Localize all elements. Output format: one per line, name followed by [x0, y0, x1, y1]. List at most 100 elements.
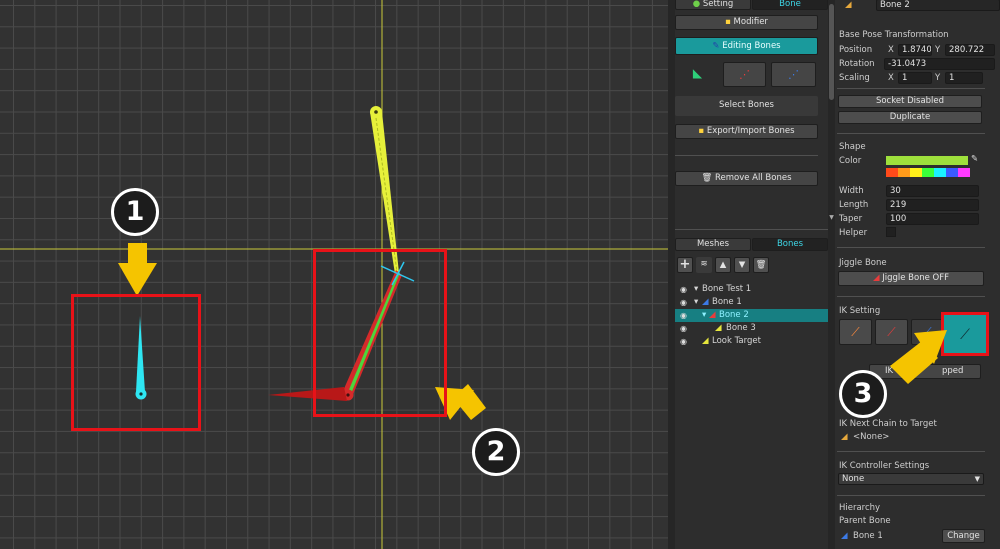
tab-meshes-label: Meshes — [696, 239, 730, 249]
tab-setting[interactable]: ● Setting — [675, 0, 751, 10]
jiggle-icon: ◢ — [872, 273, 880, 283]
editing-bones-button[interactable]: ✎ Editing Bones — [675, 37, 818, 55]
expand-arrow-icon[interactable]: ▾ — [694, 283, 698, 296]
palette-swatch[interactable] — [898, 168, 910, 177]
tree-item-bone-2[interactable]: ◉ ▾ ◢ Bone 2 — [675, 309, 828, 322]
tree-item-label: Bone 3 — [726, 323, 756, 333]
palette-swatch[interactable] — [946, 168, 958, 177]
layers-button[interactable]: ≋ — [696, 257, 712, 273]
triangle-down-icon: ▼ — [738, 260, 746, 270]
detach-bone-tool-icon: ⋰ — [788, 68, 799, 81]
palette-swatch[interactable] — [886, 168, 898, 177]
change-parent-button[interactable]: Change — [942, 529, 985, 543]
bone-edit-panel: ● Setting Bone ▪ Modifier ✎ Editing Bone… — [675, 0, 828, 549]
plus-icon: + — [679, 257, 691, 272]
triangle-up-icon: ▲ — [719, 260, 727, 270]
middle-scrollbar[interactable]: ▼ — [828, 0, 835, 549]
change-label: Change — [947, 531, 980, 541]
scroll-down-arrow-icon[interactable]: ▼ — [828, 214, 835, 221]
helper-checkbox[interactable] — [886, 227, 896, 237]
link-bone-tool-button[interactable]: ⋰ — [723, 62, 766, 87]
modifier-button[interactable]: ▪ Modifier — [675, 15, 818, 30]
palette-swatch[interactable] — [910, 168, 922, 177]
add-button[interactable]: + — [677, 257, 693, 273]
tab-bones[interactable]: Bones — [752, 238, 828, 251]
tree-item-label: Bone 1 — [712, 297, 742, 307]
jiggle-title: Jiggle Bone — [839, 258, 887, 268]
length-label: Length — [839, 200, 869, 210]
palette-swatch[interactable] — [934, 168, 946, 177]
divider — [675, 155, 818, 156]
export-import-icon: ▪ — [698, 126, 705, 136]
viewport-canvas[interactable]: 1 2 — [0, 0, 668, 549]
bone-icon: ◢ — [841, 432, 848, 442]
palette-swatch[interactable] — [922, 168, 934, 177]
bone-name-field[interactable]: Bone 2 — [876, 0, 1000, 11]
base-pose-title: Base Pose Transformation — [839, 30, 949, 40]
parent-bone-value: Bone 1 — [853, 531, 883, 541]
remove-all-bones-button[interactable]: 🗑 Remove All Bones — [675, 171, 818, 186]
tree-item-bone-test-1[interactable]: ◉ ▾ Bone Test 1 — [675, 283, 828, 296]
ik-mode-button[interactable]: IK pped — [869, 364, 981, 379]
tree-item-look-target[interactable]: ◉ ◢ Look Target — [675, 335, 828, 348]
ik-look-at-button[interactable]: ⟋ — [911, 319, 944, 345]
ik-controller-value: None — [842, 474, 865, 484]
eye-icon[interactable]: ◉ — [680, 296, 687, 309]
export-import-button[interactable]: ▪ Export/Import Bones — [675, 124, 818, 139]
scaling-label: Scaling — [839, 73, 870, 83]
taper-field[interactable]: 100 — [886, 213, 979, 225]
palette-swatch[interactable] — [958, 168, 970, 177]
add-bone-tool-button[interactable]: ◣ — [675, 62, 720, 87]
expand-arrow-icon[interactable]: ▾ — [694, 296, 698, 309]
ik-disabled-button[interactable]: ⟋ — [839, 319, 872, 345]
ik-mode-label-start: IK — [885, 366, 894, 376]
tab-meshes[interactable]: Meshes — [675, 238, 751, 251]
annotation-number-3: 3 — [839, 370, 887, 418]
move-up-button[interactable]: ▲ — [715, 257, 731, 273]
divider — [675, 229, 828, 230]
position-y-field[interactable]: 280.722 — [945, 44, 995, 56]
rotation-field[interactable]: -31.0473 — [884, 58, 995, 70]
divider — [837, 247, 985, 248]
bone-properties-panel: ◢ Bone 2 Base Pose Transformation Positi… — [835, 0, 1000, 549]
expand-arrow-icon[interactable]: ▾ — [702, 309, 706, 322]
eye-icon[interactable]: ◉ — [680, 283, 687, 296]
socket-disabled-button[interactable]: Socket Disabled — [838, 95, 982, 108]
color-label: Color — [839, 156, 862, 166]
width-field[interactable]: 30 — [886, 185, 979, 197]
color-swatch[interactable] — [886, 156, 968, 165]
jiggle-bone-button[interactable]: ◢ Jiggle Bone OFF — [838, 271, 984, 286]
scaling-x-label: X — [888, 73, 894, 83]
tree-item-label: Look Target — [712, 336, 761, 346]
move-down-button[interactable]: ▼ — [734, 257, 750, 273]
tree-item-bone-3[interactable]: ◉ ◢ Bone 3 — [675, 322, 828, 335]
eye-icon[interactable]: ◉ — [680, 309, 687, 322]
bone-edit-icon: ✎ — [712, 41, 720, 51]
ik-single-button[interactable]: ⟋ — [875, 319, 908, 345]
export-import-label: Export/Import Bones — [706, 126, 795, 136]
eye-icon[interactable]: ◉ — [680, 335, 687, 348]
link-bone-tool-icon: ⋰ — [739, 68, 750, 81]
eye-icon[interactable]: ◉ — [680, 322, 687, 335]
panel-divider[interactable] — [668, 0, 675, 549]
tab-bone[interactable]: Bone — [752, 0, 828, 10]
socket-label: Socket Disabled — [875, 96, 945, 106]
duplicate-button[interactable]: Duplicate — [838, 111, 982, 124]
scaling-y-label: Y — [935, 73, 941, 83]
ik-chain-button[interactable]: ⟋ — [941, 312, 989, 356]
scaling-x-field[interactable]: 1 — [898, 72, 932, 84]
modifier-icon: ▪ — [725, 17, 731, 27]
tree-item-bone-1[interactable]: ◉ ▾ ◢ Bone 1 — [675, 296, 828, 309]
color-palette[interactable] — [886, 168, 970, 177]
length-field[interactable]: 219 — [886, 199, 979, 211]
detach-bone-tool-button[interactable]: ⋰ — [771, 62, 816, 87]
ik-controller-dropdown[interactable]: None ▼ — [838, 473, 984, 485]
select-bones-button[interactable]: Select Bones — [675, 96, 818, 116]
annotation-arrow-1 — [118, 243, 157, 296]
scrollbar-thumb[interactable] — [829, 4, 834, 100]
eyedropper-icon[interactable]: ✎ — [971, 154, 978, 164]
chevron-down-icon: ▼ — [974, 475, 980, 483]
delete-button[interactable]: 🗑 — [753, 257, 769, 273]
position-x-field[interactable]: 1.874033 — [898, 44, 932, 56]
scaling-y-field[interactable]: 1 — [945, 72, 983, 84]
